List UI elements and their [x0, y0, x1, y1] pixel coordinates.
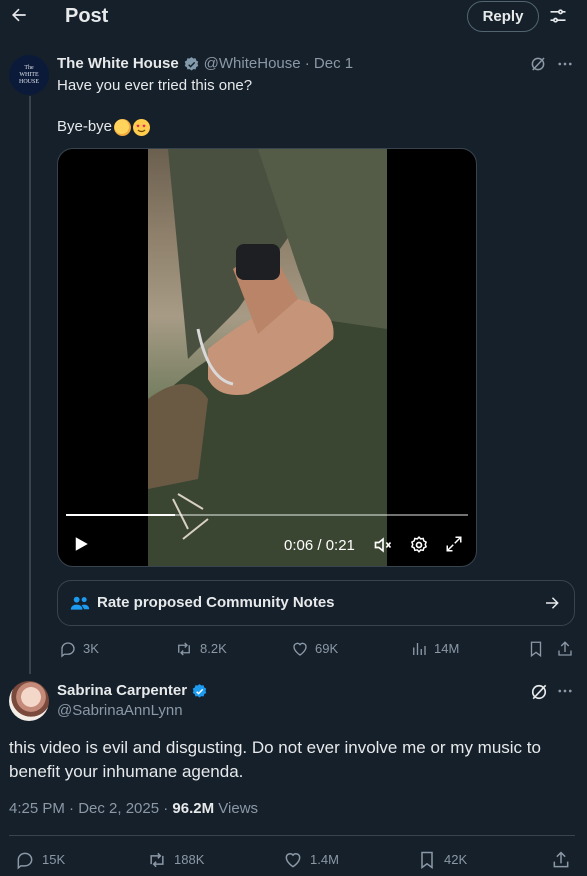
reply-count: 3K	[83, 641, 99, 656]
heart-icon	[285, 853, 301, 868]
like-action[interactable]: 1.4M	[282, 850, 339, 870]
community-notes-prompt[interactable]: Rate proposed Community Notes	[57, 580, 575, 626]
page-title: Post	[65, 5, 109, 27]
thread-connector	[29, 96, 31, 674]
video-progress-fill	[66, 514, 175, 516]
author-name[interactable]: Sabrina Carpenter	[57, 682, 187, 700]
more-options-icon[interactable]	[556, 682, 574, 700]
settings-gear-icon[interactable]	[409, 535, 429, 555]
analytics-bar-icon	[413, 643, 426, 655]
sabrina-avatar[interactable]	[9, 681, 49, 721]
share-icon[interactable]	[551, 850, 571, 870]
like-count: 1.4M	[310, 852, 339, 867]
fullscreen-icon[interactable]	[445, 535, 463, 553]
video-frame	[148, 149, 387, 566]
play-icon[interactable]	[72, 535, 90, 553]
avatar-text: The	[24, 64, 34, 71]
divider	[9, 835, 575, 836]
like-count: 69K	[315, 641, 339, 656]
repost-icon	[178, 642, 190, 656]
post-text: Bye-bye	[57, 118, 151, 136]
video-player[interactable]: 0:06 / 0:21	[57, 148, 477, 567]
avatar-text: HOUSE	[18, 78, 39, 85]
grok-icon[interactable]	[529, 55, 547, 73]
heart-eyes-emoji-icon	[133, 118, 151, 136]
repost-action[interactable]: 188K	[146, 850, 204, 870]
video-progress-bar[interactable]	[66, 514, 468, 516]
filter-sliders-icon[interactable]	[548, 6, 568, 26]
like-action[interactable]: 69K	[291, 640, 338, 658]
views-count: 14M	[434, 641, 460, 656]
bookmark-icon	[421, 851, 433, 869]
bookmark-action[interactable]: 42K	[416, 850, 467, 870]
share-icon[interactable]	[556, 640, 574, 658]
reply-bubble-icon	[61, 642, 75, 658]
verified-badge-icon	[191, 683, 208, 700]
arrow-right-icon	[543, 594, 561, 612]
author-handle-date[interactable]: @WhiteHouse · Dec 1	[204, 55, 353, 73]
people-icon	[70, 594, 90, 612]
author-name[interactable]: The White House	[57, 55, 179, 73]
top-bar: Post Reply	[0, 0, 587, 36]
bookmark-icon[interactable]	[527, 640, 545, 658]
white-house-avatar[interactable]: The WHITE HOUSE	[9, 55, 49, 95]
reply-action[interactable]: 3K	[59, 640, 99, 658]
views-action[interactable]: 14M	[410, 640, 459, 658]
repost-action[interactable]: 8.2K	[174, 640, 227, 658]
reply-text: this video is evil and disgusting. Do no…	[9, 738, 541, 781]
avatar-text: WHITE	[19, 71, 39, 78]
author-handle[interactable]: @SabrinaAnnLynn	[57, 702, 183, 720]
reply-action[interactable]: 15K	[14, 850, 65, 870]
reply-count: 15K	[42, 852, 66, 867]
author-line: The White House @WhiteHouse · Dec 1	[57, 55, 353, 73]
back-arrow-icon[interactable]	[8, 4, 30, 26]
reply-bubble-icon	[17, 852, 33, 870]
bookmark-count: 42K	[444, 852, 468, 867]
author-line: Sabrina Carpenter	[57, 682, 208, 700]
post-text-line: Bye-bye	[57, 118, 113, 135]
waving-hand-emoji-icon	[114, 118, 132, 136]
grok-icon[interactable]	[529, 682, 549, 702]
video-time: 0:06 / 0:21	[284, 537, 355, 554]
community-notes-label: Rate proposed Community Notes	[97, 594, 335, 611]
post-metadata: 4:25 PM · Dec 2, 2025 · 96.2M Views	[9, 800, 258, 818]
repost-count: 8.2K	[200, 641, 227, 656]
views-total: 96.2M	[172, 800, 215, 817]
more-options-icon[interactable]	[556, 55, 574, 73]
views-label: Views	[214, 800, 259, 817]
repost-icon	[150, 852, 164, 868]
gray-verified-badge-icon	[183, 56, 200, 73]
post-timestamp[interactable]: 4:25 PM · Dec 2, 2025 ·	[9, 800, 172, 817]
reply-button[interactable]: Reply	[467, 1, 539, 32]
post-text: Have you ever tried this one?	[57, 77, 253, 94]
repost-count: 188K	[174, 852, 205, 867]
volume-muted-icon[interactable]	[373, 535, 393, 555]
heart-icon	[293, 642, 307, 656]
